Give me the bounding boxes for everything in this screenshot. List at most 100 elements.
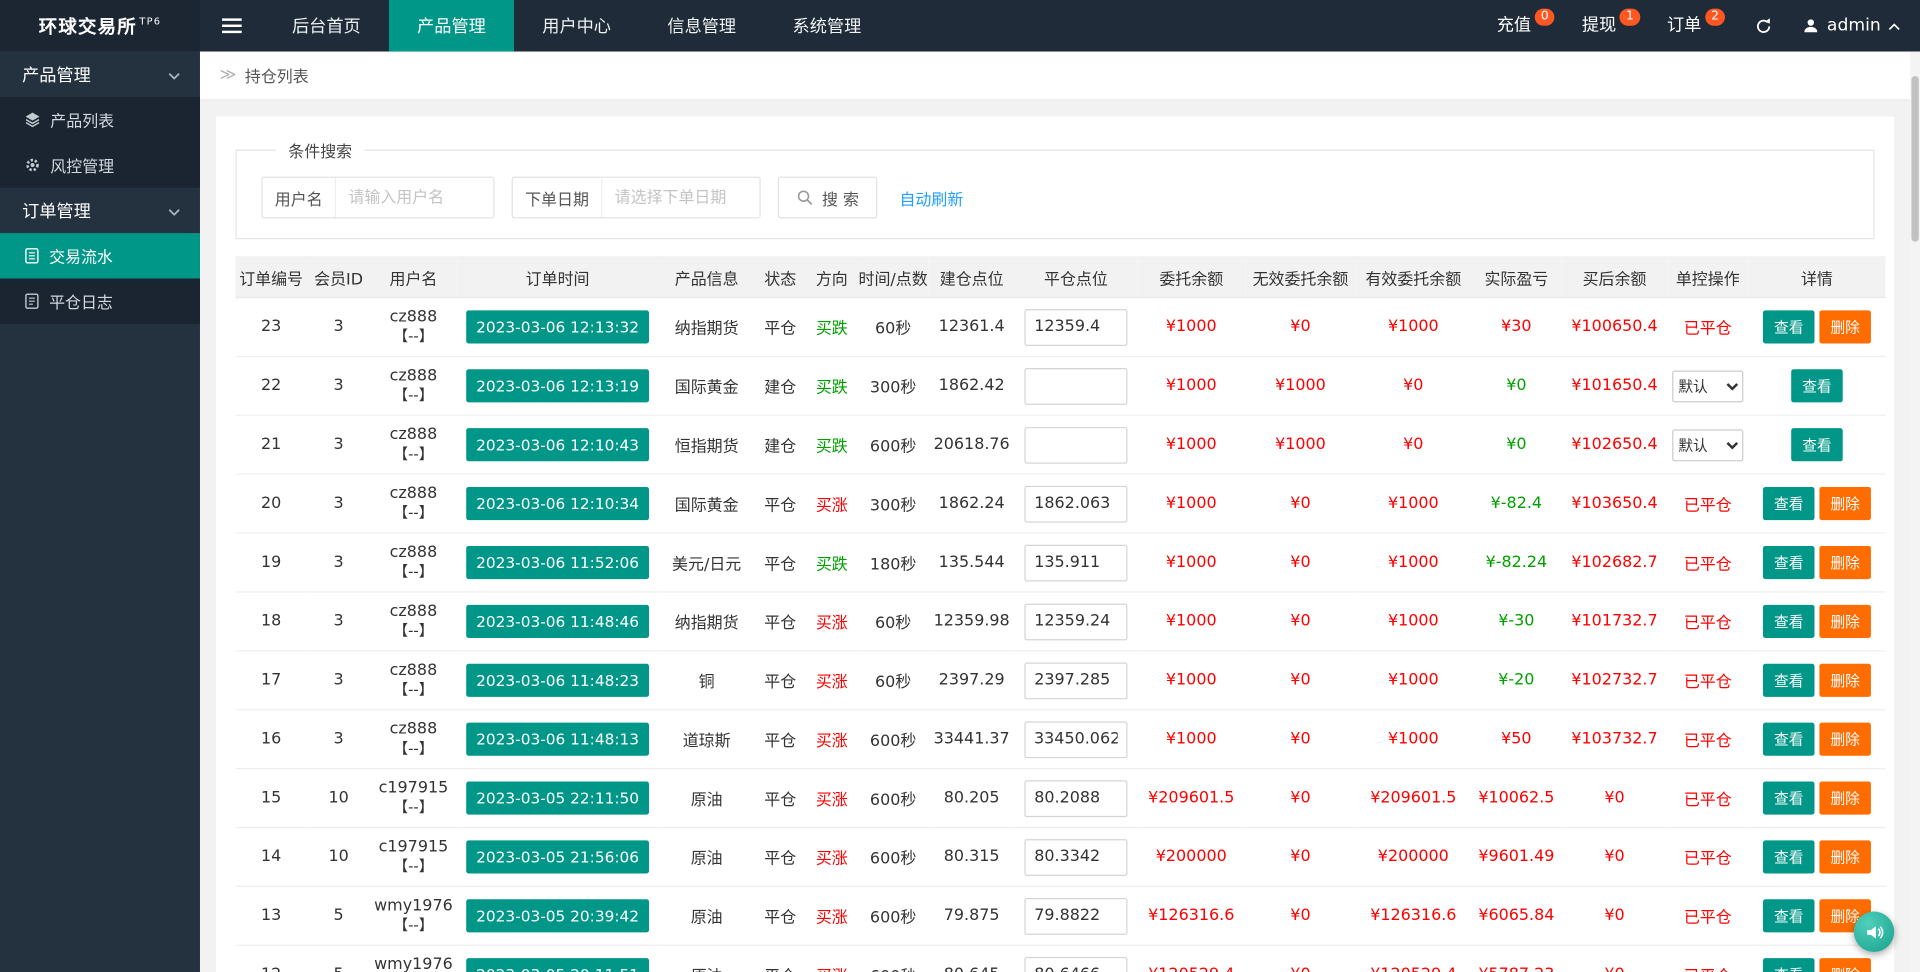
valid-entrust-balance: ¥1000 [1387,671,1439,690]
view-button[interactable]: 查看 [1762,487,1815,521]
order-time-button[interactable]: 2023-03-05 20:39:42 [466,899,649,933]
close-point-input[interactable] [1024,897,1128,935]
delete-button[interactable]: 删除 [1819,958,1871,972]
control-select[interactable]: 默认 [1672,428,1744,461]
sidebar-item-平仓日志[interactable]: 平仓日志 [0,278,200,324]
delete-button[interactable]: 删除 [1819,722,1871,756]
order-time-button[interactable]: 2023-03-06 12:10:43 [466,428,649,462]
view-button[interactable]: 查看 [1762,840,1815,874]
close-point-input[interactable] [1024,661,1128,699]
actual-profit: ¥50 [1501,729,1532,749]
product-name: 国际黄金 [674,379,739,398]
delete-button[interactable]: 删除 [1819,604,1871,638]
order-id: 16 [260,729,282,749]
nav-item-产品管理[interactable]: 产品管理 [388,0,515,52]
view-button[interactable]: 查看 [1762,545,1815,580]
column-header: 无效委托余额 [1245,256,1356,299]
nav-item-后台首页[interactable]: 后台首页 [264,0,389,52]
open-point-cell: 2397.29 [928,650,1015,711]
nav-item-用户中心[interactable]: 用户中心 [514,0,639,52]
view-button[interactable]: 查看 [1762,604,1815,638]
view-button[interactable]: 查看 [1791,369,1843,403]
sidebar-item-产品列表[interactable]: 产品列表 [0,96,200,143]
control-select[interactable]: 默认 [1672,369,1744,402]
entrust-balance-cell: ¥1000 [1137,709,1246,770]
sidebar-group-header[interactable]: 产品管理 [0,52,200,97]
close-point-input[interactable] [1024,544,1128,581]
quick-link-提现[interactable]: 提现 1 [1582,0,1640,52]
valid-balance-cell: ¥0 [1355,415,1471,475]
view-button[interactable]: 查看 [1762,899,1815,933]
entrust-balance: ¥1000 [1165,671,1217,690]
close-point-input[interactable] [1024,426,1128,464]
close-point-input[interactable] [1024,956,1128,972]
sidebar-item-label: 产品列表 [50,112,115,132]
order-time-button[interactable]: 2023-03-05 20:11:51 [466,958,649,972]
order-id-cell: 22 [235,356,307,416]
nav-item-系统管理[interactable]: 系统管理 [764,0,889,52]
sidebar-group-header[interactable]: 订单管理 [0,188,200,233]
profit-cell: ¥6065.84 [1470,886,1562,946]
app-root: 环球交易所 TP6 后台首页 产品管理 用户中心 信息管理 系统管理 充值 0 提现 1 订单 2 … [0,0,1920,972]
close-point-input[interactable] [1024,308,1128,346]
after-balance-cell: ¥103650.4 [1561,474,1668,534]
order-id-cell: 23 [235,297,307,358]
scrollbar-track[interactable] [1910,51,1920,972]
order-time-button[interactable]: 2023-03-05 22:11:50 [466,781,649,815]
quick-link-订单[interactable]: 订单 2 [1667,0,1726,52]
product-name: 铜 [698,673,715,692]
order-time-button[interactable]: 2023-03-06 12:13:32 [466,310,649,344]
close-point-input[interactable] [1024,602,1128,640]
order-time-button[interactable]: 2023-03-06 11:48:13 [466,722,649,756]
delete-button[interactable]: 删除 [1819,840,1871,874]
duration-cell: 60秒 [857,297,929,358]
admin-menu[interactable]: admin [1802,16,1900,36]
detail-cell: 查看删除 [1748,297,1886,358]
audio-fab-button[interactable] [1853,911,1895,953]
username-input[interactable] [336,177,494,218]
order-time-button[interactable]: 2023-03-06 12:13:19 [466,369,649,403]
sidebar-item-风控管理[interactable]: 风控管理 [0,142,200,188]
view-button[interactable]: 查看 [1762,781,1815,815]
order-time-button[interactable]: 2023-03-06 12:10:34 [466,487,649,521]
valid-entrust-balance: ¥1000 [1387,729,1439,749]
close-point-input[interactable] [1024,779,1128,817]
close-point-input[interactable] [1024,367,1128,405]
sidebar-item-交易流水[interactable]: 交易流水 [0,233,200,279]
direction-cell: 买涨 [806,886,858,946]
closed-status: 已平仓 [1683,555,1732,575]
auto-refresh-link[interactable]: 自动刷新 [899,186,963,209]
view-button[interactable]: 查看 [1762,958,1815,972]
order-id: 17 [260,671,282,690]
view-button[interactable]: 查看 [1762,310,1815,344]
order-time-button[interactable]: 2023-03-06 11:48:23 [466,663,649,697]
view-button[interactable]: 查看 [1791,428,1843,462]
delete-button[interactable]: 删除 [1819,310,1871,344]
order-time-button[interactable]: 2023-03-06 11:52:06 [466,545,649,580]
nav-item-信息管理[interactable]: 信息管理 [639,0,764,52]
after-balance: ¥0 [1604,847,1625,867]
quick-link-充值[interactable]: 充值 0 [1497,0,1555,52]
order-date-input[interactable] [602,177,760,218]
order-time-button[interactable]: 2023-03-05 21:56:06 [466,840,649,874]
view-button[interactable]: 查看 [1762,663,1815,697]
close-point-input[interactable] [1024,485,1128,523]
order-time-button[interactable]: 2023-03-06 11:48:46 [466,604,649,638]
close-point-input[interactable] [1024,838,1128,876]
profit-cell: ¥0 [1470,356,1562,416]
view-button[interactable]: 查看 [1762,722,1815,756]
delete-button[interactable]: 删除 [1819,781,1871,815]
refresh-icon[interactable] [1755,17,1773,35]
delete-button[interactable]: 删除 [1819,487,1871,521]
duration: 600秒 [870,968,916,972]
invalid-balance-cell: ¥0 [1245,945,1356,972]
scrollbar-thumb[interactable] [1911,76,1919,242]
delete-button[interactable]: 删除 [1819,663,1871,697]
menu-toggle-icon[interactable] [200,0,264,52]
delete-button[interactable]: 删除 [1819,545,1871,580]
control-cell: 已平仓 [1667,474,1749,534]
topbar-right: 充值 0 提现 1 订单 2 admin [1497,0,1920,52]
search-panel: 条件搜索 用户名 下单日期 [235,138,1875,240]
close-point-input[interactable] [1024,720,1128,758]
search-button[interactable]: 搜 索 [777,176,878,219]
